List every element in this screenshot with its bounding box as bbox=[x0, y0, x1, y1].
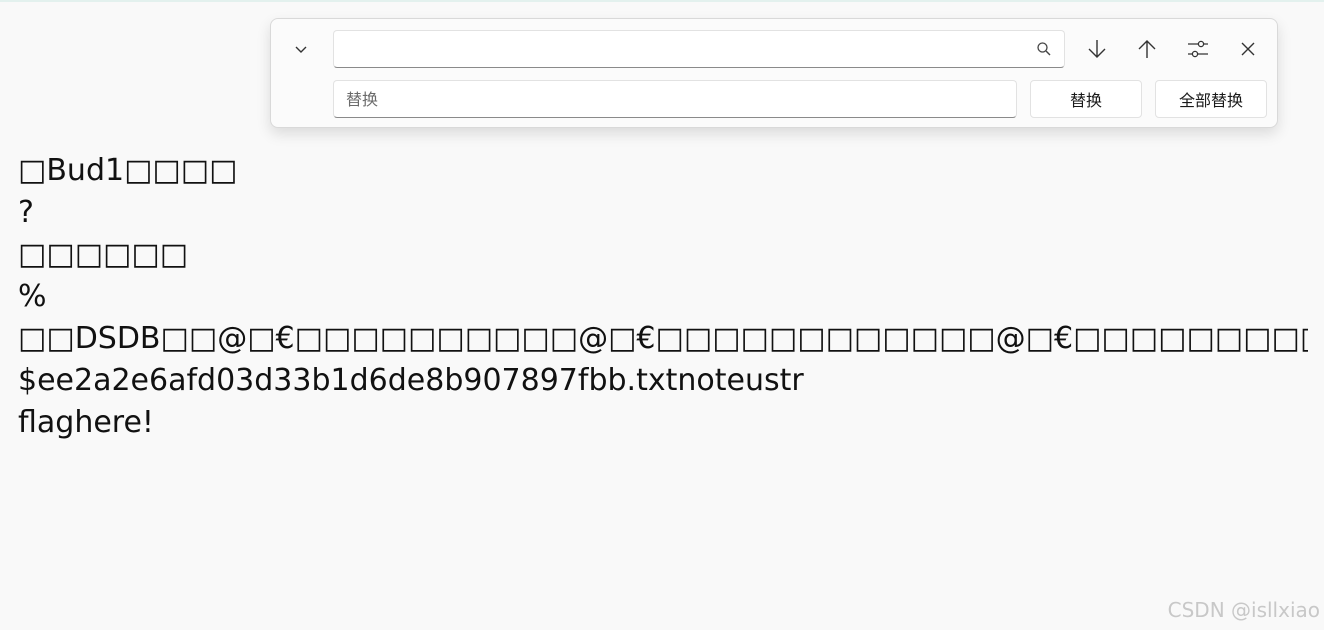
toggle-replace-button[interactable] bbox=[281, 33, 321, 65]
document-body[interactable]: □Bud1□□□□ ? □□□□□□ % □□DSDB□□@□€□□□□□□□□… bbox=[18, 150, 1308, 444]
document-line: $ee2a2e6afd03d33b1d6de8b907897fbb.txtnot… bbox=[18, 363, 804, 398]
document-line: □□DSDB□□@□€□□□□□□□□□□@□€□□□□□□□□□□□□@□€□… bbox=[18, 321, 1308, 356]
find-replace-panel: 替换 全部替换 bbox=[270, 18, 1278, 128]
previous-match-button[interactable] bbox=[1127, 33, 1167, 65]
replace-field[interactable] bbox=[333, 80, 1017, 118]
chevron-down-icon bbox=[293, 41, 309, 57]
document-line: ? bbox=[18, 195, 34, 230]
arrow-down-icon bbox=[1086, 38, 1108, 60]
document-line: □Bud1□□□□ bbox=[18, 153, 238, 188]
find-field[interactable] bbox=[333, 30, 1065, 68]
arrow-up-icon bbox=[1136, 38, 1158, 60]
document-line: flaghere! bbox=[18, 405, 154, 440]
close-find-button[interactable] bbox=[1228, 33, 1268, 65]
find-input[interactable] bbox=[334, 31, 1064, 67]
replace-button[interactable]: 替换 bbox=[1030, 80, 1142, 118]
document-line: □□□□□□ bbox=[18, 237, 189, 272]
close-icon bbox=[1239, 40, 1257, 58]
watermark: CSDN @isllxiao bbox=[1167, 598, 1320, 622]
next-match-button[interactable] bbox=[1077, 33, 1117, 65]
document-line: % bbox=[18, 279, 47, 314]
replace-all-button[interactable]: 全部替换 bbox=[1155, 80, 1267, 118]
top-accent-line bbox=[0, 0, 1324, 2]
find-options-button[interactable] bbox=[1178, 33, 1218, 65]
replace-input[interactable] bbox=[334, 81, 1016, 117]
sliders-icon bbox=[1187, 38, 1209, 60]
search-icon[interactable] bbox=[1036, 41, 1052, 61]
